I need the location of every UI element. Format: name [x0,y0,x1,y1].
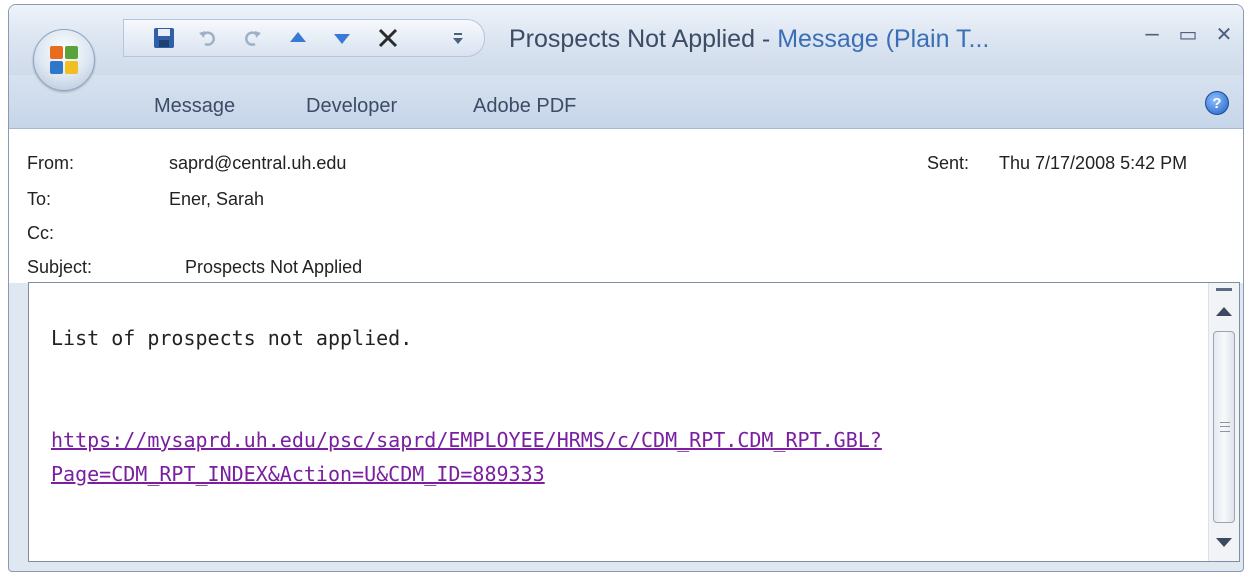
previous-item-icon[interactable] [284,24,312,52]
message-body[interactable]: List of prospects not applied. https://m… [28,282,1240,562]
to-value[interactable]: Ener, Sarah [169,189,264,210]
body-text-line: List of prospects not applied. [51,326,413,350]
from-label: From: [27,153,74,173]
sent-value: Thu 7/17/2008 5:42 PM [999,153,1188,173]
title-bar: Prospects Not Applied - Message (Plain T… [9,5,1243,75]
cc-label: Cc: [27,223,54,243]
from-value[interactable]: saprd@central.uh.edu [169,153,346,174]
subject-value: Prospects Not Applied [185,257,363,277]
undo-icon[interactable] [194,24,222,52]
report-link-line-2[interactable]: Page=CDM_RPT_INDEX&Action=U&CDM_ID=88933… [51,457,545,491]
report-link-line-1[interactable]: https://mysaprd.uh.edu/psc/saprd/EMPLOYE… [51,423,1191,457]
customize-dropdown-icon[interactable] [444,24,472,52]
scroll-down-arrow-icon[interactable] [1216,538,1232,547]
quick-access-toolbar [123,19,485,57]
blank-space [51,355,1191,423]
close-button[interactable]: ✕ [1209,19,1239,49]
redo-icon[interactable] [238,24,266,52]
window-title: Prospects Not Applied - Message (Plain T… [509,25,989,54]
sent-label: Sent: [927,153,970,173]
save-icon[interactable] [150,24,178,52]
grip-icon [1220,422,1230,432]
tab-message[interactable]: Message [154,95,235,118]
vertical-scrollbar[interactable] [1208,283,1239,561]
scroll-up-arrow-icon[interactable] [1216,307,1232,316]
scrollbar-thumb[interactable] [1213,331,1235,523]
minimize-button[interactable]: – [1137,19,1167,49]
body-content: List of prospects not applied. https://m… [51,321,1191,491]
tab-developer[interactable]: Developer [306,95,397,118]
office-button[interactable] [33,29,95,91]
delete-icon[interactable] [374,24,402,52]
message-header: From: saprd@central.uh.edu Sent: Thu 7/1… [9,129,1243,283]
maximize-button[interactable]: ▭ [1173,19,1203,49]
next-item-icon[interactable] [328,24,356,52]
title-separator: - [754,25,778,53]
office-logo-icon [50,46,78,74]
tab-adobe-pdf[interactable]: Adobe PDF [473,95,576,118]
title-type: Message (Plain T... [777,25,990,53]
title-subject: Prospects Not Applied [509,25,755,53]
help-icon[interactable]: ? [1205,91,1229,115]
message-window: Prospects Not Applied - Message (Plain T… [8,4,1244,572]
scrollbar-split-icon [1216,288,1232,291]
to-label: To: [27,189,52,209]
subject-label: Subject: [27,257,93,277]
ribbon-tabs: Message Developer Adobe PDF ? [9,75,1243,129]
